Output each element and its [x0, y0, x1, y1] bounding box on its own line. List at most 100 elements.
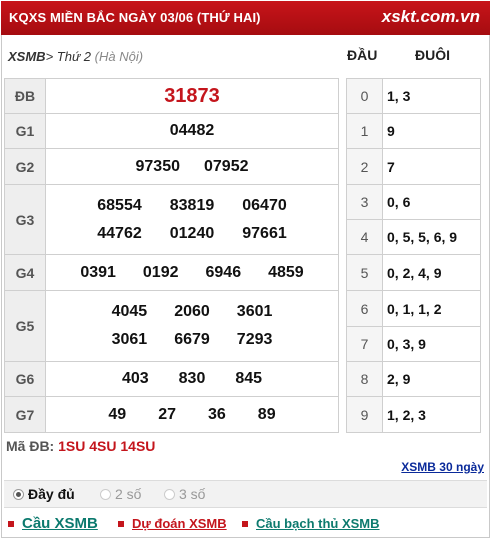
prize-label: ĐB — [4, 78, 46, 114]
loto-tail: 0, 6 — [382, 184, 481, 220]
loto-tail: 2, 9 — [382, 361, 481, 397]
loto-tail: 7 — [382, 148, 481, 185]
radio-selected-icon[interactable] — [13, 488, 24, 500]
prize-number: 7293 — [236, 331, 273, 348]
prize-number: 36 — [208, 405, 226, 423]
cau-xsmb-link[interactable]: Cầu XSMB — [8, 515, 98, 532]
option-2-digits[interactable]: 2 số — [100, 486, 141, 502]
page-title: KQXS MIỀN BẮC NGÀY 03/06 (THỨ HAI) — [9, 10, 261, 25]
prize-label: G6 — [4, 361, 46, 397]
prize-number: 403 — [121, 370, 149, 387]
prize-number: 04482 — [169, 122, 215, 139]
prize-numbers: 403 830 845 — [45, 361, 339, 397]
table-row: G7 49 27 36 89 9 1, 2, 3 — [4, 396, 481, 433]
sub-header: XSMB> Thứ 2 (Hà Nội) ĐẦU ĐUÔI — [1, 36, 490, 78]
special-code-value: 1SU 4SU 14SU — [58, 438, 156, 454]
prize-number: 07952 — [204, 157, 249, 175]
prize-numbers: 31873 — [45, 78, 339, 114]
prize-number: 44762 — [97, 224, 142, 242]
loto-tail: 9 — [382, 113, 481, 149]
prize-numbers: 68554 83819 06470 44762 01240 97661 — [45, 184, 339, 255]
radio-icon[interactable] — [100, 488, 111, 500]
column-header-dau: ĐẦU — [347, 47, 378, 63]
prize-label: G1 — [4, 113, 46, 149]
table-row: G4 0391 0192 6946 4859 5 0, 2, 4, 9 — [4, 254, 481, 291]
bullet-square-icon — [242, 520, 248, 527]
du-doan-xsmb-link[interactable]: Dự đoán XSMB — [118, 516, 227, 531]
loto-tail: 0, 1, 1, 2 — [382, 290, 481, 327]
option-3-digits-label: 3 số — [179, 486, 206, 502]
loto-tail: 0, 2, 4, 9 — [382, 254, 481, 291]
loto-head: 7 — [346, 326, 383, 362]
prize-number: 6679 — [174, 331, 210, 348]
prize-number: 68554 — [97, 196, 142, 214]
table-row: G3 68554 83819 06470 44762 01240 97661 3… — [4, 184, 481, 255]
table-row: G2 97350 07952 2 7 — [4, 148, 481, 185]
prize-number: 97350 — [135, 157, 181, 175]
table-row: G5 4045 2060 3601 3061 6679 7293 6 0, 1,… — [4, 290, 481, 362]
option-full[interactable]: Đầy đủ — [13, 486, 75, 502]
du-doan-xsmb-label: Dự đoán XSMB — [132, 516, 227, 531]
option-2-digits-label: 2 số — [115, 486, 142, 502]
prize-number: 01240 — [169, 224, 215, 242]
prize-number: 97661 — [242, 224, 287, 242]
special-prize-number: 31873 — [164, 84, 220, 107]
related-links: Cầu XSMB Dự đoán XSMB Cầu bạch thủ XSMB — [4, 513, 487, 535]
title-bar: KQXS MIỀN BẮC NGÀY 03/06 (THỨ HAI) xskt.… — [1, 1, 490, 35]
special-code: Mã ĐB: 1SU 4SU 14SU — [6, 438, 155, 454]
breadcrumb-day: Thứ 2 — [56, 49, 92, 64]
prize-label: G5 — [4, 290, 46, 362]
prize-label: G3 — [4, 184, 46, 255]
prize-number: 3601 — [236, 303, 273, 320]
loto-tail: 0, 5, 5, 6, 9 — [382, 219, 481, 255]
prize-number: 0391 — [80, 263, 116, 281]
cau-bach-thu-xsmb-label: Cầu bạch thủ XSMB — [256, 516, 380, 531]
loto-head: 8 — [346, 361, 383, 397]
table-row: G6 403 830 845 8 2, 9 — [4, 361, 481, 397]
prize-number: 830 — [178, 370, 206, 387]
breadcrumb-separator: > — [45, 49, 54, 64]
option-full-label: Đầy đủ — [28, 486, 75, 502]
prize-number: 4859 — [268, 263, 304, 281]
breadcrumb: XSMB> Thứ 2 (Hà Nội) — [8, 49, 143, 64]
prize-number: 83819 — [169, 196, 215, 214]
prize-number: 3061 — [111, 331, 148, 348]
loto-head: 5 — [346, 254, 383, 291]
loto-tail: 1, 2, 3 — [382, 396, 481, 433]
cau-xsmb-label: Cầu XSMB — [22, 515, 98, 532]
display-options: Đầy đủ 2 số 3 số — [4, 480, 487, 508]
prize-numbers: 0391 0192 6946 4859 — [45, 254, 339, 291]
cau-bach-thu-xsmb-link[interactable]: Cầu bạch thủ XSMB — [242, 516, 380, 531]
prize-number: 845 — [235, 370, 263, 387]
prize-number: 4045 — [111, 303, 148, 320]
xsmb-30-days-link[interactable]: XSMB 30 ngày — [401, 460, 484, 474]
loto-head: 1 — [346, 113, 383, 149]
radio-icon[interactable] — [164, 488, 175, 500]
prize-label: G4 — [4, 254, 46, 291]
bullet-square-icon — [118, 520, 124, 527]
breadcrumb-root[interactable]: XSMB — [8, 49, 46, 64]
brand-logo[interactable]: xskt.com.vn — [382, 7, 480, 27]
bullet-square-icon — [8, 520, 14, 527]
prize-numbers: 4045 2060 3601 3061 6679 7293 — [45, 290, 339, 362]
breadcrumb-location: (Hà Nội) — [94, 49, 144, 64]
loto-head: 2 — [346, 148, 383, 185]
prize-number: 27 — [158, 405, 176, 423]
loto-head: 9 — [346, 396, 383, 433]
table-row: ĐB 31873 0 1, 3 — [4, 78, 481, 433]
prize-number: 6946 — [205, 263, 242, 281]
prize-number: 06470 — [242, 196, 287, 214]
option-3-digits[interactable]: 3 số — [164, 486, 205, 502]
prize-number: 49 — [108, 405, 127, 423]
column-header-duoi: ĐUÔI — [415, 47, 450, 63]
loto-tail: 0, 3, 9 — [382, 326, 481, 362]
prize-label: G7 — [4, 396, 46, 433]
loto-head: 4 — [346, 219, 383, 255]
loto-head: 3 — [346, 184, 383, 220]
prize-numbers: 97350 07952 — [45, 148, 339, 185]
prize-number: 0192 — [142, 263, 179, 281]
loto-tail: 1, 3 — [382, 78, 481, 114]
results-table: ĐB 31873 0 1, 3 G1 04482 1 9 G2 97350 07… — [4, 78, 481, 433]
table-row: G1 04482 1 9 — [4, 113, 481, 149]
prize-number: 89 — [257, 405, 276, 423]
